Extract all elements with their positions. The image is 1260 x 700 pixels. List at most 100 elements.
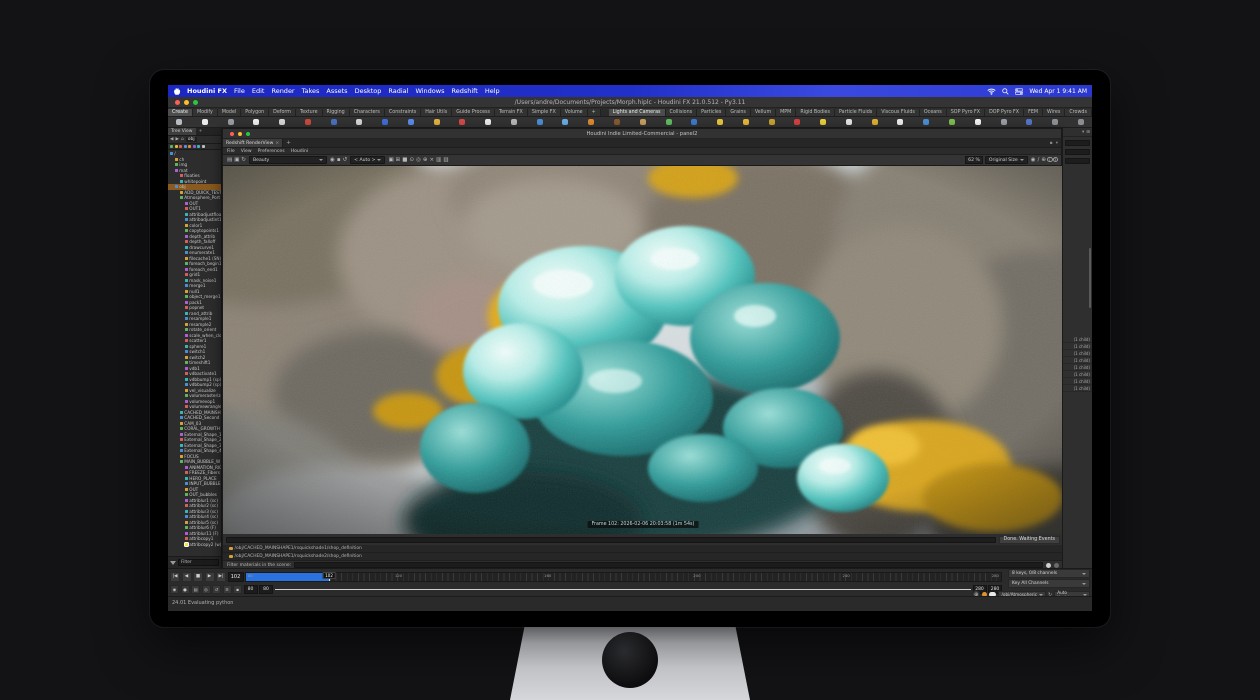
shelf-tool-icon[interactable]: [1078, 119, 1084, 125]
playbar-option-icon[interactable]: ◉: [170, 585, 179, 594]
menu-item[interactable]: Edit: [252, 87, 265, 95]
camera-dropdown[interactable]: < Auto >: [350, 156, 385, 164]
shelf-tool-icon[interactable]: [382, 119, 388, 125]
menu-item[interactable]: Windows: [415, 87, 444, 95]
shelf-tool-icon[interactable]: [253, 119, 259, 125]
shelf-tab[interactable]: +: [588, 109, 601, 116]
shelf-tool-icon[interactable]: [897, 119, 903, 125]
renderview-menu-item[interactable]: View: [241, 149, 252, 154]
menu-item[interactable]: Takes: [302, 87, 320, 95]
transport-button[interactable]: ▶|: [216, 572, 226, 582]
shelf-tool-icon[interactable]: [485, 119, 491, 125]
shelf-tool-icon[interactable]: [434, 119, 440, 125]
range-slider[interactable]: [275, 585, 972, 594]
forward-icon[interactable]: ▶: [175, 137, 178, 142]
material-row[interactable]: /obj/CACHED_MAINSHAPE1/rsquickshade1/sho…: [223, 545, 1063, 553]
transport-button[interactable]: ◀: [182, 572, 192, 582]
shelf-tool-icon[interactable]: [1052, 119, 1058, 125]
menu-item[interactable]: File: [234, 87, 245, 95]
tree-filter-input[interactable]: Filter: [178, 559, 219, 566]
search-icon[interactable]: [1002, 88, 1009, 95]
shelf-tool-icon[interactable]: [614, 119, 620, 125]
help-icon[interactable]: ?: [1053, 157, 1059, 163]
renderview-menu-item[interactable]: Preferences: [258, 149, 285, 154]
menu-item[interactable]: Radial: [388, 87, 408, 95]
shelf-tab[interactable]: Crowds: [1065, 109, 1092, 116]
transport-button[interactable]: |◀: [170, 572, 180, 582]
shelf-tab[interactable]: Volume: [561, 109, 588, 116]
menu-item[interactable]: Assets: [326, 87, 347, 95]
shelf-tool-icon[interactable]: [717, 119, 723, 125]
shelf-tab[interactable]: Constraints: [385, 109, 421, 116]
home-icon[interactable]: ⌂: [181, 137, 184, 142]
zoom-percent-field[interactable]: 62 %: [965, 156, 983, 164]
shelf-tab[interactable]: Guide Process: [452, 109, 495, 116]
transport-button[interactable]: ■: [193, 572, 203, 582]
close-tab-icon[interactable]: ×: [275, 141, 279, 146]
shelf-tab[interactable]: Particle Fluids: [835, 109, 877, 116]
control-center-icon[interactable]: [1015, 88, 1023, 95]
shelf-tab[interactable]: DOP Pyro FX: [985, 109, 1024, 116]
side-panel-icons[interactable]: ▾⊞: [1063, 128, 1092, 137]
playbar-option-icon[interactable]: ▤: [191, 585, 200, 594]
shelf-tool-icon[interactable]: [459, 119, 465, 125]
shelf-tool-icon[interactable]: [305, 119, 311, 125]
pane-menu-icons[interactable]: ▪▾: [1050, 141, 1061, 146]
shelf-tool-icon[interactable]: [408, 119, 414, 125]
shelf-tab[interactable]: SOP Pyro FX: [947, 109, 985, 116]
shelf-tool-icon[interactable]: [537, 119, 543, 125]
node-type-filter-icon[interactable]: [175, 145, 178, 148]
shelf-tool-icon[interactable]: [356, 119, 362, 125]
shelf-tool-icon[interactable]: [279, 119, 285, 125]
app-menu-title[interactable]: Houdini FX: [187, 87, 227, 95]
menubar-clock[interactable]: Wed Apr 1 9:41 AM: [1029, 88, 1087, 95]
shelf-tool-icon[interactable]: [691, 119, 697, 125]
info-icon[interactable]: i: [1047, 157, 1053, 163]
material-filter-input[interactable]: [294, 562, 1043, 568]
shelf-tab[interactable]: Oceans: [920, 109, 947, 116]
node-type-filter-icon[interactable]: [184, 145, 187, 148]
shelf-tab[interactable]: Viscous Fluids: [877, 109, 920, 116]
keys-channels-dropdown[interactable]: 8 keys, 0/8 channels: [1008, 569, 1090, 578]
side-panel-icon[interactable]: ▾: [1082, 130, 1084, 135]
shelf-tool-icon[interactable]: [1001, 119, 1007, 125]
shelf-tool-icon[interactable]: [511, 119, 517, 125]
shelf-tab[interactable]: Simple FX: [528, 109, 561, 116]
shelf-tool-icon[interactable]: [666, 119, 672, 125]
shelf-tool-icon[interactable]: [588, 119, 594, 125]
node-type-filter-icon[interactable]: [202, 145, 205, 148]
tree-path[interactable]: obj: [186, 137, 197, 142]
renderview-menu-item[interactable]: Houdini: [291, 149, 309, 154]
menu-item[interactable]: Redshift: [451, 87, 477, 95]
shelf-tool-icon[interactable]: [743, 119, 749, 125]
node-type-filter-icon[interactable]: [197, 145, 200, 148]
add-pane-tab-button[interactable]: +: [286, 140, 291, 146]
parameter-field[interactable]: [1065, 149, 1090, 155]
shelf-tab[interactable]: Collisions: [666, 109, 698, 116]
add-tab-button[interactable]: +: [199, 129, 203, 134]
menu-item[interactable]: Desktop: [355, 87, 382, 95]
target-icon[interactable]: ◎: [415, 157, 422, 163]
parameter-field[interactable]: [1065, 140, 1090, 146]
shelf-tool-icon[interactable]: [202, 119, 208, 125]
shelf-tool-icon[interactable]: [1026, 119, 1032, 125]
range-start-field-2[interactable]: 80: [259, 585, 273, 594]
playbar-option-icon[interactable]: ≡: [223, 585, 232, 594]
key-all-channels-dropdown[interactable]: Key All Channels: [1008, 579, 1090, 588]
tree-node[interactable]: attribcopy2 (w): [168, 542, 221, 548]
node-type-filter-icon[interactable]: [193, 145, 196, 148]
timeline-ruler[interactable]: 80120160200240280 102: [245, 572, 1002, 582]
loop-icon[interactable]: ↺: [342, 157, 349, 163]
shelf-tool-icon[interactable]: [923, 119, 929, 125]
shelf-tool-icon[interactable]: [872, 119, 878, 125]
node-type-filter-icon[interactable]: [170, 145, 173, 148]
shelf-tool-icon[interactable]: [769, 119, 775, 125]
parameter-field[interactable]: [1065, 158, 1090, 164]
shelf-tab[interactable]: Wires: [1043, 109, 1065, 116]
apple-menu-icon[interactable]: [173, 87, 181, 95]
aov-dropdown[interactable]: Beauty: [249, 156, 327, 164]
shelf-tool-icon[interactable]: [794, 119, 800, 125]
shelf-tool-icon[interactable]: [846, 119, 852, 125]
shelf-tool-icon[interactable]: [562, 119, 568, 125]
playbar-option-icon[interactable]: ●: [181, 585, 190, 594]
